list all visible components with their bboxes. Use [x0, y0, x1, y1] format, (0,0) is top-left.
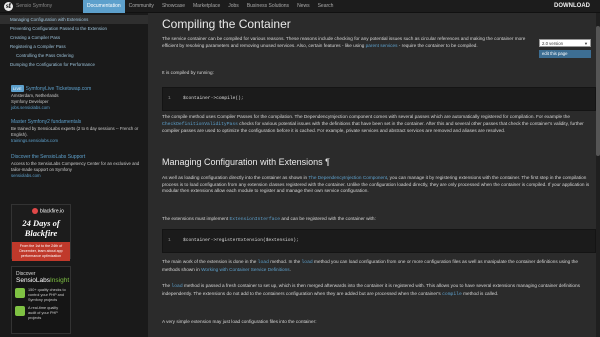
- main-text-d: .: [289, 266, 291, 272]
- blackfire-banner-title: 24 Days of Blackfire: [22, 218, 60, 239]
- compiled-by-text: It is compiled by running:: [162, 70, 214, 75]
- live-badge: LIVE: [11, 85, 24, 92]
- insight-feature-1: 150+ quality checks to control your PHP …: [28, 288, 66, 302]
- check-definition-validity-pass-link[interactable]: CheckDefinitionValidityPass: [162, 122, 238, 127]
- insight-banner-product: Insight: [49, 277, 70, 284]
- dependency-injection-component-link[interactable]: The DependencyInjection Component: [308, 175, 387, 180]
- page-title: Compiling the Container: [162, 17, 291, 31]
- job-ad-title[interactable]: SymfonyLive Ticketswap.com: [26, 86, 92, 92]
- toc-item-registering-compiler-pass[interactable]: Registering a Compiler Pass: [0, 42, 148, 51]
- load-code: load: [257, 260, 269, 265]
- section-heading-managing-configuration: Managing Configuration with Extensions ¶: [162, 157, 330, 167]
- extension-interface-paragraph: The extensions must implement ExtensionI…: [162, 216, 596, 224]
- load-method-paragraph: The main work of the extension is done i…: [162, 259, 596, 273]
- code-block-compile: 1 $container->compile();: [162, 87, 596, 111]
- nav-news[interactable]: News: [293, 0, 314, 13]
- insight-banner-brand: SensioLabs: [16, 277, 50, 284]
- download-button[interactable]: DOWNLOAD: [554, 3, 590, 9]
- toc-item-creating-compiler-pass[interactable]: Creating a Compiler Pass: [0, 33, 148, 42]
- impl-text-a: The extensions must implement: [162, 216, 230, 221]
- nav-search[interactable]: Search: [314, 0, 338, 13]
- chevron-down-icon: ▼: [584, 41, 588, 46]
- support-ad: Discover the SensioLabs Support Access t…: [11, 154, 141, 179]
- extension-interface-link[interactable]: ExtensionInterface: [229, 217, 280, 222]
- training-ad-text: Be trained by SensioLabs experts (2 to 6…: [11, 126, 139, 137]
- code-line: $container->registerExtension($extension…: [183, 238, 299, 243]
- support-ad-link[interactable]: sensiolabs.com: [11, 173, 141, 179]
- version-select[interactable]: 2.0 version ▼: [539, 39, 591, 47]
- blackfire-logo-text: blackfire.io: [40, 208, 64, 215]
- scrollbar[interactable]: [596, 13, 600, 337]
- job-ad: LIVE SymfonyLive Ticketswap.com Amsterdam…: [11, 85, 141, 111]
- parent-services-link[interactable]: parent services: [366, 43, 398, 48]
- training-ad-title[interactable]: Master Symfony2 fundamentals: [11, 119, 141, 126]
- compiler-passes-paragraph: The compile method uses Compiler Passes …: [162, 114, 596, 135]
- extensions-paragraph: As well as loading configuration directl…: [162, 175, 596, 195]
- nav-marketplace[interactable]: Marketplace: [189, 0, 224, 13]
- code-block-register-extension: 1 $container->registerExtension($extensi…: [162, 229, 596, 253]
- job-ad-link[interactable]: jobs.sensiolabs.com: [11, 105, 141, 111]
- training-ad-link[interactable]: trainings.sensiolabs.com: [11, 138, 141, 144]
- load-code: load: [301, 260, 313, 265]
- fresh-container-paragraph: The load method is passed a fresh contai…: [162, 283, 596, 298]
- toc-item-managing-configuration[interactable]: Managing Configuration with Extensions: [0, 15, 148, 24]
- load-text-a: method is passed a fresh container to se…: [162, 283, 580, 296]
- simple-extension-text: A very simple extension may just load co…: [162, 319, 317, 324]
- code-line: $container->compile();: [183, 96, 244, 101]
- table-of-contents: Managing Configuration with Extensions P…: [0, 13, 148, 69]
- main-content: Compiling the Container 2.0 version ▼ ed…: [148, 13, 600, 337]
- main-text-a: The main work of the extension is done i…: [162, 259, 258, 264]
- blackfire-banner[interactable]: blackfire.io 24 Days of Blackfire From t…: [11, 204, 71, 261]
- impl-text-b: and can be registered with the container…: [280, 216, 376, 221]
- toc-item-preventing-configuration[interactable]: Preventing Configuration Passed to the E…: [0, 24, 148, 33]
- edit-page-button[interactable]: edit this page: [539, 50, 591, 58]
- blackfire-banner-strip: From the 1st to the 24th of December, le…: [12, 242, 70, 261]
- brand-label[interactable]: Sensio Symfony: [16, 3, 52, 9]
- insight-banner[interactable]: Discover SensioLabsInsight 150+ quality …: [11, 266, 71, 334]
- intro-paragraph: The service container can be compiled fo…: [162, 36, 530, 49]
- nav-community[interactable]: Community: [125, 0, 158, 13]
- toc-item-dumping-configuration[interactable]: Dumping the Configuration for Performanc…: [0, 60, 148, 69]
- load-prefix: The: [162, 283, 172, 288]
- load-code: load: [171, 284, 183, 289]
- realtime-audit-icon: [15, 306, 25, 317]
- insight-feature-2: A real-time quality audit of your PHP pr…: [28, 306, 59, 320]
- support-ad-title[interactable]: Discover the SensioLabs Support: [11, 154, 141, 161]
- line-number: 1: [168, 238, 171, 243]
- nav-jobs[interactable]: Jobs: [224, 0, 243, 13]
- main-text-b: method. In the: [268, 259, 302, 264]
- nav-documentation[interactable]: Documentation: [83, 0, 125, 13]
- main-nav: Documentation Community Showcase Marketp…: [83, 0, 337, 13]
- compile-text-a: The compile method uses Compiler Passes …: [162, 114, 570, 119]
- version-select-value: 2.0 version: [542, 41, 564, 46]
- load-text-b: method is called.: [461, 290, 499, 296]
- symfony-logo-icon[interactable]: sf: [4, 2, 13, 11]
- working-with-definitions-link[interactable]: Working with Container Service Definitio…: [201, 267, 290, 272]
- training-ad: Master Symfony2 fundamentals Be trained …: [11, 119, 141, 144]
- toc-item-pass-ordering[interactable]: Controlling the Pass Ordering: [0, 51, 148, 60]
- sidebar: Managing Configuration with Extensions P…: [0, 13, 148, 337]
- support-ad-text: Access to the SensioLabs Competency Cent…: [11, 161, 140, 172]
- ext-text-a: As well as loading configuration directl…: [162, 175, 309, 180]
- scrollbar-thumb[interactable]: [596, 26, 600, 156]
- blackfire-logo-icon: [32, 208, 38, 214]
- compile-code: compile: [442, 291, 462, 297]
- nav-showcase[interactable]: Showcase: [158, 0, 189, 13]
- intro-text-b: - require the container to be compiled.: [397, 42, 478, 48]
- top-navigation-bar: sf Sensio Symfony Documentation Communit…: [0, 0, 600, 13]
- line-number: 1: [168, 96, 171, 101]
- nav-business-solutions[interactable]: Business Solutions: [243, 0, 293, 13]
- checklist-icon: [15, 288, 25, 298]
